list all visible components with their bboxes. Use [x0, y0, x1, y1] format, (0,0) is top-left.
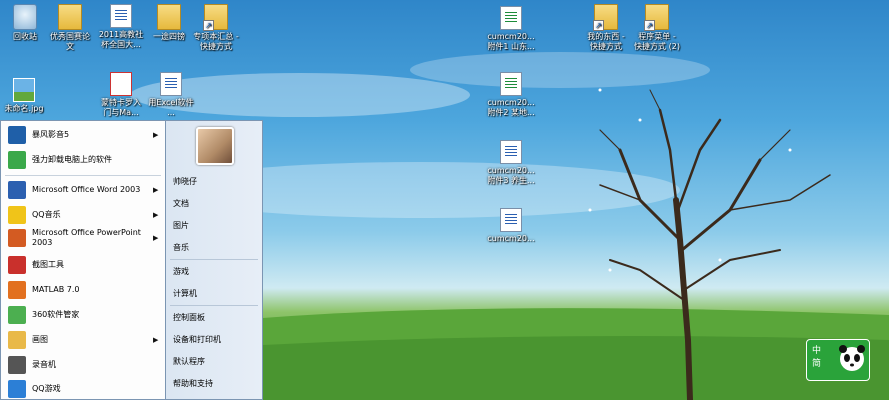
excel-doc-icon [500, 6, 522, 30]
desktop-icon-jpg[interactable]: 未命名.jpg [0, 78, 56, 114]
start-menu-program-10[interactable]: QQ游戏 [3, 378, 163, 400]
start-menu-place-6[interactable]: 控制面板 [170, 310, 261, 326]
folder-icon [157, 4, 181, 30]
shortcut-icon [644, 4, 669, 31]
desktop-icon-label: 专项本汇总 - 快捷方式 [193, 32, 239, 51]
start-menu-program-4[interactable]: Microsoft Office PowerPoint 2003 ▶ [3, 227, 163, 249]
start-menu-program-2[interactable]: Microsoft Office Word 2003 ▶ [3, 179, 163, 201]
desktop-icon-excel-2[interactable]: cumcm20... 附件2 某地... [479, 72, 543, 118]
snipping-tool-icon [8, 256, 26, 274]
submenu-arrow-icon: ▶ [153, 234, 159, 242]
desktop-icon-label: 程序菜单 - 快捷方式 (2) [634, 32, 680, 51]
paint-icon [8, 331, 26, 349]
start-menu-place-3[interactable]: 音乐 [170, 240, 261, 256]
image-file-icon [13, 78, 35, 102]
submenu-arrow-icon: ▶ [153, 186, 159, 194]
start-menu-program-6[interactable]: MATLAB 7.0 [3, 279, 163, 301]
storm-player-icon [8, 126, 26, 144]
desktop-icon-word-4[interactable]: cumcm20... [479, 208, 543, 244]
pdf-doc-icon [110, 72, 132, 96]
desktop-icon-label: cumcm20... [487, 234, 535, 243]
program-label: 画图 [32, 335, 48, 344]
folder-icon [58, 4, 82, 30]
start-menu-program-3[interactable]: QQ音乐 ▶ [3, 204, 163, 226]
desktop-icon-label: cumcm20... 附件2 某地... [487, 98, 535, 117]
qq-music-icon [8, 206, 26, 224]
start-menu-programs-pane: 暴风影音5 ▶ 强力卸载电脑上的软件 Microsoft Office Word 20… [0, 120, 166, 400]
start-menu-place-2[interactable]: 图片 [170, 218, 261, 234]
user-avatar[interactable] [196, 127, 234, 165]
desktop-icon-program-menu-shortcut[interactable]: 程序菜单 - 快捷方式 (2) [625, 4, 689, 52]
desktop-icon-label: 用Excel软件 ... [148, 98, 194, 117]
shortcut-icon [203, 4, 228, 31]
sound-recorder-icon [8, 356, 26, 374]
desktop-icon-shortcut[interactable]: 专项本汇总 - 快捷方式 [184, 4, 248, 52]
desktop-icon-excel-1[interactable]: cumcm20... 附件1 山东... [479, 6, 543, 52]
ime-badge[interactable]: 中 简 [806, 339, 870, 381]
recycle-bin-icon [13, 4, 37, 30]
uninstaller-icon [8, 151, 26, 169]
desktop-icon-label: cumcm20... 附件3 养生... [487, 166, 535, 185]
start-menu-place-4[interactable]: 游戏 [170, 264, 261, 280]
start-menu-program-1[interactable]: 强力卸载电脑上的软件 [3, 149, 163, 171]
desktop-icon-label: 未命名.jpg [4, 104, 44, 113]
start-menu-place-1[interactable]: 文档 [170, 196, 261, 212]
menu-separator [5, 175, 161, 176]
program-label: QQ游戏 [32, 384, 61, 393]
submenu-arrow-icon: ▶ [153, 131, 159, 139]
start-menu-place-0[interactable]: 帅晓仔 [170, 174, 261, 190]
program-label: Microsoft Office PowerPoint 2003 [32, 228, 141, 247]
word-doc-icon [500, 208, 522, 232]
start-menu-place-7[interactable]: 设备和打印机 [170, 332, 261, 348]
start-menu: 暴风影音5 ▶ 强力卸载电脑上的软件 Microsoft Office Word 20… [0, 120, 263, 400]
start-menu-program-5[interactable]: 截图工具 [3, 254, 163, 276]
word-doc-icon [110, 4, 132, 28]
360-manager-icon [8, 306, 26, 324]
start-menu-place-8[interactable]: 默认程序 [170, 354, 261, 370]
start-menu-place-5[interactable]: 计算机 [170, 286, 261, 302]
word-doc-icon [500, 140, 522, 164]
matlab-icon [8, 281, 26, 299]
program-label: 360软件管家 [32, 310, 80, 319]
menu-separator [170, 259, 258, 260]
panda-ime-icon [839, 345, 865, 371]
desktop-icon-label: cumcm20... 附件1 山东... [487, 32, 535, 51]
program-label: Microsoft Office Word 2003 [32, 185, 141, 194]
start-menu-program-7[interactable]: 360软件管家 [3, 304, 163, 326]
ime-label: 中 简 [812, 346, 822, 369]
word-doc-icon [160, 72, 182, 96]
desktop-icon-excel-word-doc[interactable]: 用Excel软件 ... [139, 72, 203, 118]
powerpoint-icon [8, 229, 26, 247]
submenu-arrow-icon: ▶ [153, 336, 159, 344]
submenu-arrow-icon: ▶ [153, 211, 159, 219]
start-menu-program-9[interactable]: 录音机 [3, 354, 163, 376]
program-label: 强力卸载电脑上的软件 [32, 155, 112, 164]
word-icon [8, 181, 26, 199]
program-label: QQ音乐 [32, 210, 61, 219]
desktop-icon-word-3[interactable]: cumcm20... 附件3 养生... [479, 140, 543, 186]
program-label: 录音机 [32, 360, 56, 369]
start-menu-program-0[interactable]: 暴风影音5 ▶ [3, 124, 163, 146]
program-label: MATLAB 7.0 [32, 285, 80, 294]
menu-separator [170, 305, 258, 306]
program-label: 截图工具 [32, 260, 64, 269]
start-menu-places-pane: 帅晓仔文档图片音乐游戏计算机控制面板设备和打印机 默认程序帮助和支持 [166, 120, 263, 400]
start-menu-program-8[interactable]: 画图 ▶ [3, 329, 163, 351]
shortcut-icon [593, 4, 618, 31]
desktop[interactable]: 回收站 优秀国赛论 文 2011高教社 杯全国大... 一途四镑 专项本汇总 -… [0, 0, 889, 400]
qq-game-icon [8, 380, 26, 398]
program-label: 暴风影音5 [32, 130, 70, 139]
start-menu-place-9[interactable]: 帮助和支持 [170, 376, 261, 392]
excel-doc-icon [500, 72, 522, 96]
